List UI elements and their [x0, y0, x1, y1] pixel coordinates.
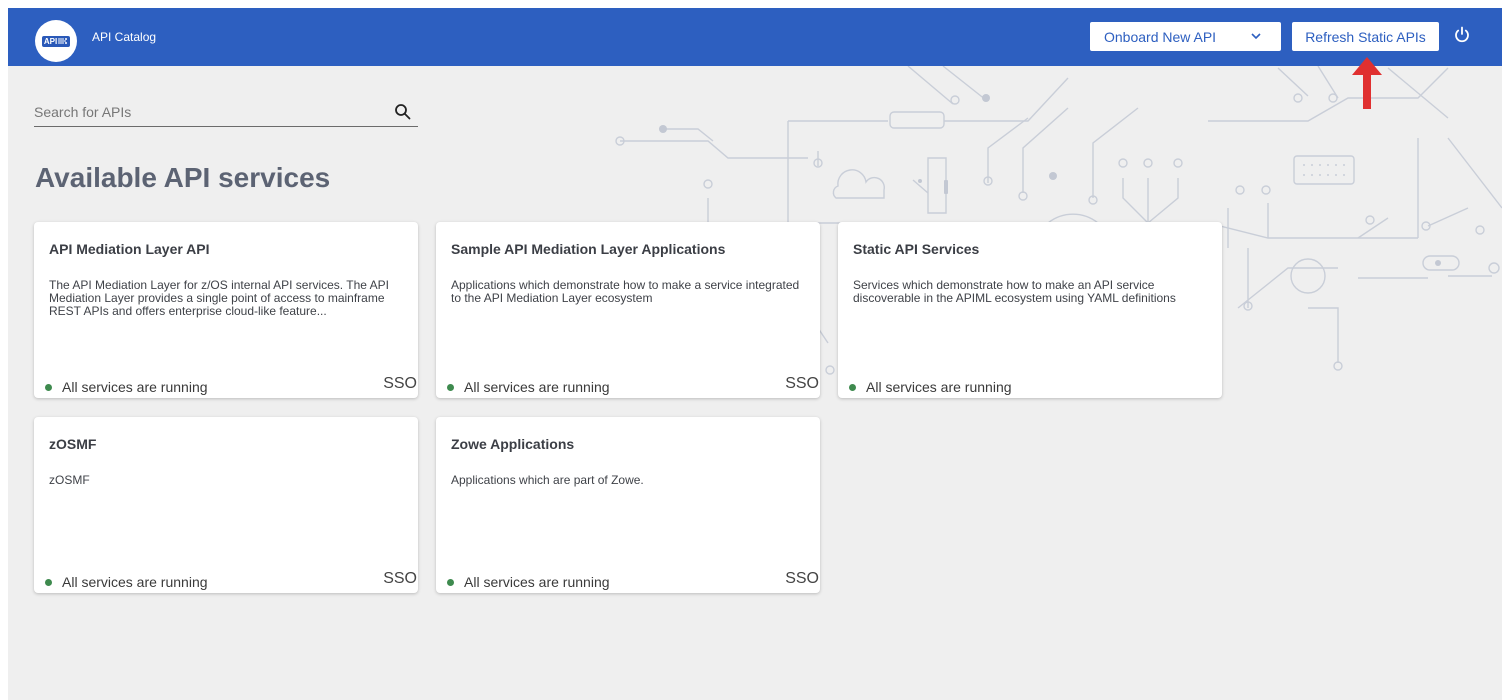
onboard-new-api-button[interactable]: Onboard New API	[1090, 22, 1281, 51]
card-description: zOSMF	[49, 473, 90, 487]
service-card[interactable]: Static API Services Services which demon…	[838, 222, 1222, 398]
status-dot-icon	[45, 578, 52, 586]
power-icon[interactable]	[1454, 26, 1470, 44]
card-status-text: All services are running	[62, 574, 208, 590]
card-status: All services are running	[45, 379, 208, 395]
api-catalog-logo[interactable]: API	[35, 20, 77, 62]
card-status-text: All services are running	[866, 379, 1012, 395]
sso-badge: SSO	[383, 375, 417, 392]
service-card[interactable]: zOSMF zOSMF All services are running SSO	[34, 417, 418, 593]
annotation-arrow-icon	[1352, 57, 1382, 109]
sso-badge: SSO	[785, 570, 819, 587]
card-title: Static API Services	[853, 241, 980, 257]
search-icon[interactable]	[394, 103, 412, 121]
card-title: API Mediation Layer API	[49, 241, 210, 257]
refresh-static-apis-button[interactable]: Refresh Static APIs	[1292, 22, 1439, 51]
card-description: Applications which demonstrate how to ma…	[451, 278, 800, 305]
api-logo-badge: API	[41, 35, 71, 47]
card-title: zOSMF	[49, 436, 97, 452]
card-status-text: All services are running	[62, 379, 208, 395]
service-card[interactable]: Zowe Applications Applications which are…	[436, 417, 820, 593]
card-status: All services are running	[849, 379, 1012, 395]
card-status-text: All services are running	[464, 379, 610, 395]
card-status: All services are running	[447, 379, 610, 395]
card-status: All services are running	[45, 574, 208, 590]
card-title: Zowe Applications	[451, 436, 575, 452]
card-description: The API Mediation Layer for z/OS interna…	[49, 278, 389, 318]
chevron-down-icon	[1251, 33, 1261, 40]
card-status-text: All services are running	[464, 574, 610, 590]
sso-badge: SSO	[383, 570, 417, 587]
service-card[interactable]: API Mediation Layer API The API Mediatio…	[34, 222, 418, 398]
logo-circuit-icon	[58, 38, 68, 44]
status-dot-icon	[849, 383, 856, 391]
search-bar	[34, 103, 418, 127]
refresh-static-apis-label: Refresh Static APIs	[1305, 28, 1426, 45]
card-title: Sample API Mediation Layer Applications	[451, 241, 726, 257]
api-catalog-app: API API Catalog Onboard New API Refresh …	[8, 8, 1502, 700]
app-title: API Catalog	[92, 30, 157, 44]
status-dot-icon	[45, 383, 52, 391]
service-card[interactable]: Sample API Mediation Layer Applications …	[436, 222, 820, 398]
api-logo-text: API	[43, 36, 58, 46]
card-description: Applications which are part of Zowe.	[451, 473, 644, 487]
sso-badge: SSO	[785, 375, 819, 392]
page-title: Available API services	[35, 162, 331, 193]
search-input[interactable]	[34, 103, 374, 120]
onboard-new-api-label: Onboard New API	[1104, 28, 1217, 45]
top-header-bar: API API Catalog Onboard New API Refresh …	[8, 8, 1502, 66]
card-status: All services are running	[447, 574, 610, 590]
card-description: Services which demonstrate how to make a…	[853, 278, 1176, 305]
status-dot-icon	[447, 578, 454, 586]
status-dot-icon	[447, 383, 454, 391]
